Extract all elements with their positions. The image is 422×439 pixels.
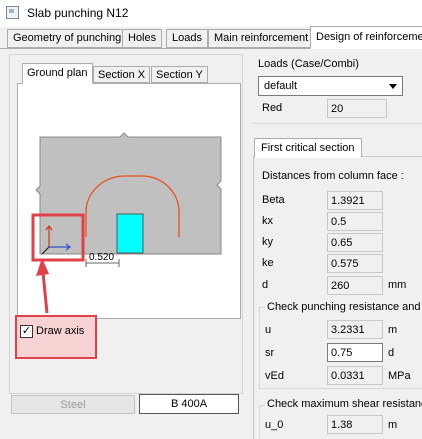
ved-label: vEd — [265, 370, 284, 382]
dimension-label: 0.520 — [89, 252, 115, 263]
sr-label: sr — [265, 347, 275, 359]
load-case-value: default — [264, 80, 298, 92]
draw-axis-label[interactable]: Draw axis — [36, 325, 84, 337]
tab-main-reinforcement[interactable]: Main reinforcement — [208, 29, 315, 48]
column — [116, 213, 144, 254]
beta-label: Beta — [262, 194, 285, 206]
load-case-select[interactable]: default — [258, 76, 403, 96]
chevron-down-icon — [389, 84, 397, 89]
u-label: u — [265, 324, 272, 336]
shear-heading: Check maximum shear resistance — [265, 398, 422, 410]
steel-grade-field[interactable]: B 400A — [139, 394, 239, 414]
tab-design-of-reinforcement[interactable]: Design of reinforcemen — [310, 26, 422, 49]
tab-geometry-of-punching[interactable]: Geometry of punching — [7, 29, 128, 48]
drawing-canvas[interactable] — [17, 83, 241, 319]
d-value: 260 — [327, 276, 383, 295]
distances-heading: Distances from column face : — [262, 170, 404, 182]
ved-value: 0.0331 — [327, 366, 383, 385]
sr-unit: d — [388, 347, 395, 359]
app-icon — [6, 6, 19, 19]
d-unit: mm — [388, 279, 407, 291]
draw-axis-checkbox[interactable]: ✓ — [20, 325, 33, 338]
tab-ground-plan[interactable]: Ground plan — [22, 63, 93, 84]
red-label: Red — [262, 102, 283, 114]
sr-input[interactable]: 0.75 — [327, 343, 383, 362]
window-title: Slab punching N12 — [27, 6, 129, 20]
tab-section-y[interactable]: Section Y — [151, 66, 208, 83]
steel-button[interactable]: Steel — [11, 395, 135, 414]
punching-heading: Check punching resistance and — [265, 301, 422, 313]
tab-holes[interactable]: Holes — [122, 29, 163, 48]
u-value: 3.2331 — [327, 320, 383, 339]
ke-value: 0.575 — [327, 254, 383, 273]
u-unit: m — [388, 324, 398, 336]
loads-group-label: Loads (Case/Combi) — [258, 58, 359, 70]
ky-value: 0.65 — [327, 233, 383, 252]
d-label: d — [262, 279, 269, 291]
u0-value: 1.38 — [327, 415, 383, 434]
tab-loads[interactable]: Loads — [166, 29, 208, 48]
red-value: 20 — [327, 99, 387, 118]
u0-unit: m — [388, 419, 398, 431]
ky-label: ky — [262, 236, 273, 248]
ke-label: ke — [262, 257, 274, 269]
beta-value: 1.3921 — [327, 191, 383, 210]
ved-unit: MPa — [388, 370, 411, 382]
kx-label: kx — [262, 215, 273, 227]
tab-first-critical-section[interactable]: First critical section — [254, 138, 362, 158]
kx-value: 0.5 — [327, 212, 383, 231]
u0-label: u_0 — [265, 419, 284, 431]
tab-section-x[interactable]: Section X — [93, 66, 151, 83]
